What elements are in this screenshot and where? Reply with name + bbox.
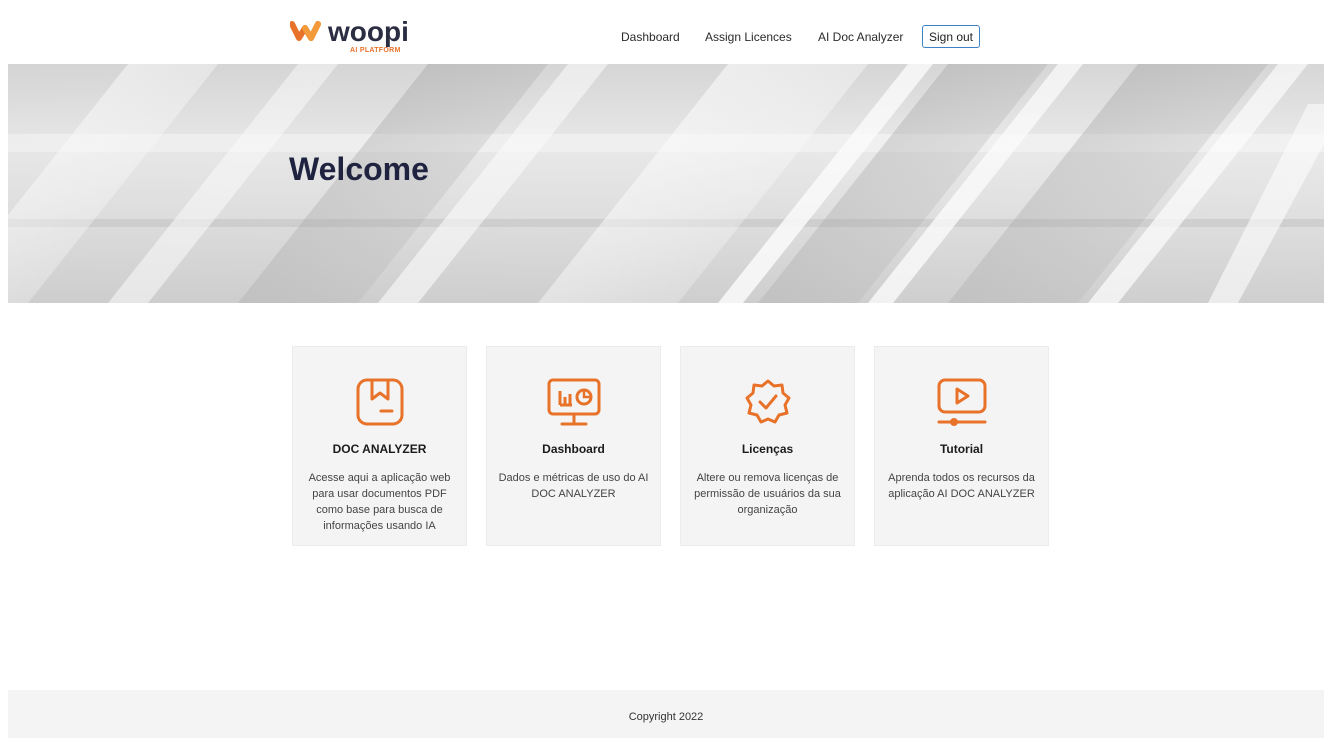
licencas-card[interactable]: Licenças Altere ou remova licenças de pe… [680,346,855,546]
card-description: Dados e métricas de uso do AI DOC ANALYZ… [498,472,649,500]
welcome-heading: Welcome [289,151,429,187]
card-description: Altere ou remova licenças de permissão d… [694,472,841,516]
brand-name: woopi [328,16,409,47]
tutorial-card[interactable]: Tutorial Aprenda todos os recursos da ap… [874,346,1049,546]
dashboard-card[interactable]: Dashboard Dados e métricas de uso do AI … [486,346,661,546]
page-footer: Copyright 2022 [8,690,1324,738]
top-navbar: woopi AI PLATFORM Dashboard Assign Licen… [8,10,1324,64]
card-title: DOC ANALYZER [332,442,427,456]
card-title: Licenças [741,442,794,456]
brand-tagline: AI PLATFORM [350,47,401,54]
card-title: Tutorial [939,442,984,456]
card-description: Aprenda todos os recursos da aplicação A… [888,472,1035,500]
nav-dashboard-link[interactable]: Dashboard [621,30,680,44]
hero-banner: Welcome [8,64,1324,303]
brand-logo[interactable]: woopi AI PLATFORM [290,16,430,60]
video-play-icon [937,378,986,426]
diagonal-stripes-background [8,64,1324,303]
nav-ai-doc-analyzer-link[interactable]: AI Doc Analyzer [818,30,903,44]
bookmark-document-icon [356,378,403,426]
nav-assign-licences-link[interactable]: Assign Licences [705,30,792,44]
doc-analyzer-card[interactable]: DOC ANALYZER Acesse aqui a aplicação web… [292,346,467,546]
monitor-chart-icon [547,378,600,426]
copyright-text: Copyright 2022 [628,711,704,723]
card-title: Dashboard [542,442,605,456]
verified-badge-icon [745,379,790,424]
woopi-logo-icon [290,21,321,41]
sign-out-button[interactable]: Sign out [922,25,980,48]
card-description: Acesse aqui a aplicação web para usar do… [308,472,451,532]
